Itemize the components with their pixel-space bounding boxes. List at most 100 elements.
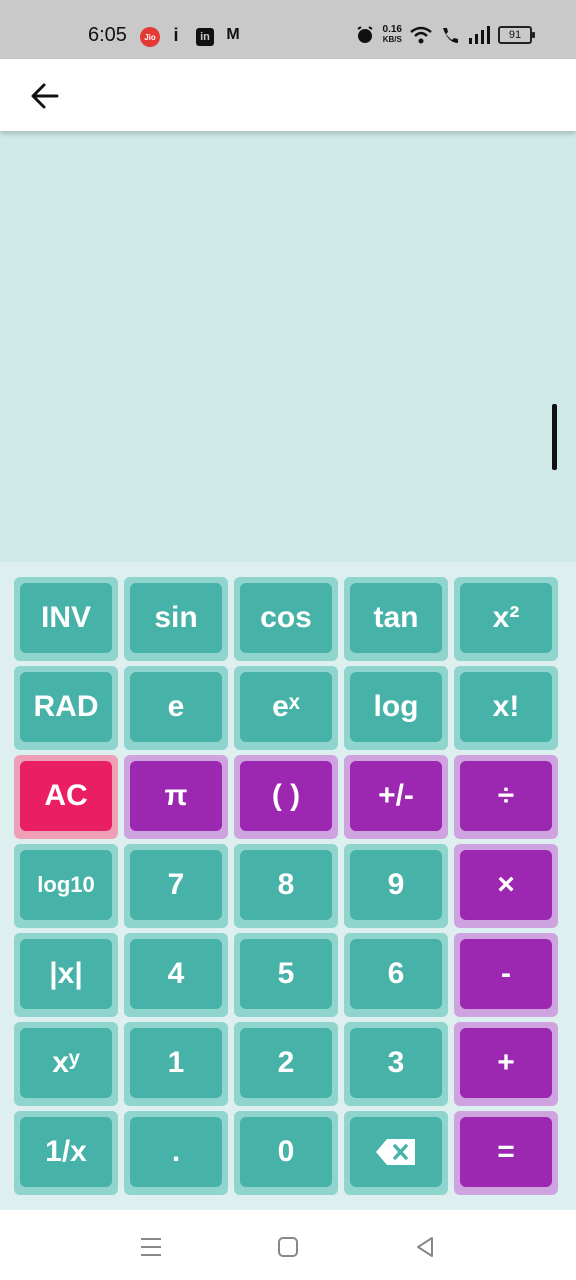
key-plus-minus-label: +/- (378, 779, 414, 812)
key-backspace-face (350, 1117, 442, 1187)
key-cos[interactable]: cos (234, 577, 338, 661)
key-plus-minus[interactable]: +/- (344, 755, 448, 839)
key-1[interactable]: 1 (124, 1022, 228, 1106)
key-divide-face: ÷ (460, 761, 552, 831)
key-1-face: 1 (130, 1028, 222, 1098)
key-reciprocal[interactable]: 1/x (14, 1111, 118, 1195)
key-8[interactable]: 8 (234, 844, 338, 928)
key-4[interactable]: 4 (124, 933, 228, 1017)
key-tan-label: tan (373, 601, 419, 634)
key-1-label: 1 (167, 1046, 185, 1079)
key-ac-face: AC (20, 761, 112, 831)
key-3[interactable]: 3 (344, 1022, 448, 1106)
key-minus-face: - (460, 939, 552, 1009)
key-9-face: 9 (350, 850, 442, 920)
key-2-face: 2 (240, 1028, 332, 1098)
key-log10[interactable]: log10 (14, 844, 118, 928)
key-plus-label: + (497, 1046, 515, 1079)
recent-apps-button[interactable] (134, 1230, 168, 1264)
keypad: INV sin cos tan x² RAD e eˣ log x! AC π ( ) +/- ÷ log10… (0, 562, 576, 1210)
key-6-face: 6 (350, 939, 442, 1009)
key-parentheses[interactable]: ( ) (234, 755, 338, 839)
key-8-face: 8 (240, 850, 332, 920)
key-e-label: e (167, 690, 185, 723)
key-0[interactable]: 0 (234, 1111, 338, 1195)
network-speed-value: 0.16 (382, 24, 402, 35)
key-3-face: 3 (350, 1028, 442, 1098)
key-log-face: log (350, 672, 442, 742)
key-power-face: xʸ (20, 1028, 112, 1098)
key-parentheses-label: ( ) (271, 779, 301, 812)
key-rad-face: RAD (20, 672, 112, 742)
key-rad[interactable]: RAD (14, 666, 118, 750)
key-sin[interactable]: sin (124, 577, 228, 661)
network-speed-unit: KB/S (382, 35, 402, 44)
calculator-display[interactable] (0, 131, 576, 562)
key-9-label: 9 (387, 868, 405, 901)
key-inv[interactable]: INV (14, 577, 118, 661)
key-abs-label: |x| (49, 957, 83, 990)
status-right-group: 0.16 KB/S 91 (355, 24, 535, 45)
key-plus-minus-face: +/- (350, 761, 442, 831)
key-5[interactable]: 5 (234, 933, 338, 1017)
wifi-calling-icon (443, 28, 458, 43)
menu-icon (141, 1238, 161, 1256)
key-equals[interactable]: = (454, 1111, 558, 1195)
key-ac-label: AC (44, 779, 88, 812)
key-decimal[interactable]: . (124, 1111, 228, 1195)
key-4-face: 4 (130, 939, 222, 1009)
key-7[interactable]: 7 (124, 844, 228, 928)
text-cursor (552, 404, 557, 470)
key-9[interactable]: 9 (344, 844, 448, 928)
back-button[interactable] (20, 71, 70, 121)
key-reciprocal-label: 1/x (45, 1135, 87, 1168)
status-time: 6:05 (88, 24, 127, 46)
key-square-label: x² (492, 601, 520, 634)
key-e[interactable]: e (124, 666, 228, 750)
key-ac[interactable]: AC (14, 755, 118, 839)
home-button[interactable] (271, 1230, 305, 1264)
key-minus[interactable]: - (454, 933, 558, 1017)
key-multiply[interactable]: × (454, 844, 558, 928)
key-8-label: 8 (277, 868, 295, 901)
key-factorial[interactable]: x! (454, 666, 558, 750)
back-triangle-icon (417, 1237, 433, 1257)
key-divide[interactable]: ÷ (454, 755, 558, 839)
key-cos-face: cos (240, 583, 332, 653)
key-2-label: 2 (277, 1046, 295, 1079)
key-parentheses-face: ( ) (240, 761, 332, 831)
key-pi[interactable]: π (124, 755, 228, 839)
key-sin-face: sin (130, 583, 222, 653)
key-factorial-face: x! (460, 672, 552, 742)
info-icon: i (173, 24, 179, 45)
key-square[interactable]: x² (454, 577, 558, 661)
key-factorial-label: x! (492, 690, 520, 723)
backspace-icon (376, 1139, 415, 1165)
key-abs-face: |x| (20, 939, 112, 1009)
home-icon (278, 1237, 298, 1257)
key-inv-face: INV (20, 583, 112, 653)
navigation-bar (0, 1210, 576, 1280)
key-reciprocal-face: 1/x (20, 1117, 112, 1187)
key-6-label: 6 (387, 957, 405, 990)
linkedin-icon: in (196, 28, 214, 46)
key-inv-label: INV (40, 601, 91, 634)
system-back-button[interactable] (408, 1230, 442, 1264)
key-cos-label: cos (260, 601, 312, 634)
key-tan[interactable]: tan (344, 577, 448, 661)
key-3-label: 3 (387, 1046, 405, 1079)
key-plus[interactable]: + (454, 1022, 558, 1106)
battery-indicator: 91 (498, 26, 535, 44)
key-minus-label: - (501, 957, 511, 990)
key-abs[interactable]: |x| (14, 933, 118, 1017)
key-log[interactable]: log (344, 666, 448, 750)
key-power[interactable]: xʸ (14, 1022, 118, 1106)
key-backspace[interactable] (344, 1111, 448, 1195)
key-equals-label: = (497, 1135, 515, 1168)
key-exp-face: eˣ (240, 672, 332, 742)
key-6[interactable]: 6 (344, 933, 448, 1017)
key-plus-face: + (460, 1028, 552, 1098)
key-exp[interactable]: eˣ (234, 666, 338, 750)
key-log-label: log (373, 690, 419, 723)
key-2[interactable]: 2 (234, 1022, 338, 1106)
